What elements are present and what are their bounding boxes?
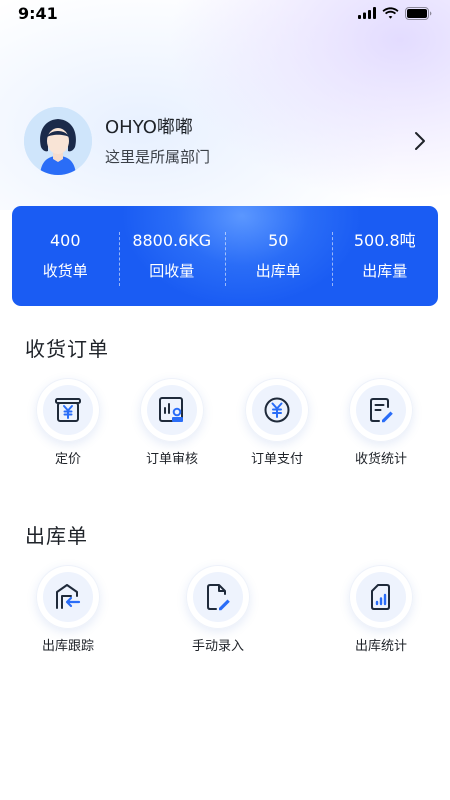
profile-info: OHYO嘟嘟 这里是所属部门: [105, 115, 408, 167]
stat-label: 出库单: [255, 262, 301, 280]
header-background: [0, 0, 450, 210]
order-payment-icon: [264, 397, 290, 423]
profile-department: 这里是所属部门: [105, 148, 211, 166]
stat-value: 50: [268, 231, 289, 250]
section-title-outbound: 出库单: [25, 524, 88, 548]
section-title-receiving: 收货订单: [25, 337, 109, 361]
stat-value: 8800.6KG: [132, 231, 212, 250]
avatar-icon: [24, 107, 92, 175]
stat-outbound-amount[interactable]: 500.8吨 出库量: [331, 230, 439, 286]
grid-label: 收货统计: [354, 452, 407, 467]
profile-card[interactable]: OHYO嘟嘟 这里是所属部门: [24, 106, 434, 176]
stats-card: 400 收货单 8800.6KG 回收量 50 出库单 500.8吨 出库量: [12, 206, 438, 306]
profile-name: OHYO嘟嘟: [105, 117, 193, 138]
grid-label: 出库统计: [354, 639, 407, 654]
grid-item-order-review[interactable]: 订单审核: [122, 378, 222, 469]
stat-value: 500.8吨: [353, 231, 416, 250]
stat-value: 400: [49, 231, 81, 250]
grid-item-order-payment[interactable]: 订单支付: [227, 378, 327, 469]
avatar: [24, 107, 92, 175]
outbound-tracking-icon: [56, 584, 81, 609]
grid-label: 出库跟踪: [41, 639, 94, 654]
icon-button: [186, 565, 250, 629]
pricing-icon: [55, 398, 81, 422]
grid-item-pricing[interactable]: 定价: [18, 378, 118, 469]
status-bar: 9:41: [0, 0, 450, 26]
stat-recycled-amount[interactable]: 8800.6KG 回收量: [118, 230, 226, 286]
status-icons: [358, 6, 432, 20]
icon-button: [349, 565, 413, 629]
grid-item-manual-entry[interactable]: 手动录入: [168, 565, 268, 656]
wifi-icon: [382, 7, 399, 19]
grid-label: 手动录入: [191, 639, 244, 654]
grid-item-receiving-statistics[interactable]: 收货统计: [331, 378, 431, 469]
icon-button: [349, 378, 413, 442]
chevron-right-icon[interactable]: [408, 129, 432, 153]
stat-label: 回收量: [149, 262, 195, 280]
order-review-icon: [159, 397, 183, 422]
battery-icon: [405, 6, 432, 20]
icon-button: [245, 378, 309, 442]
status-time: 9:41: [18, 3, 58, 23]
stat-label: 出库量: [362, 262, 408, 280]
stat-received-orders[interactable]: 400 收货单: [12, 230, 119, 282]
stat-outbound-orders[interactable]: 50 出库单: [225, 230, 332, 286]
grid-label: 订单支付: [250, 452, 303, 467]
icon-button: [36, 378, 100, 442]
grid-item-outbound-statistics[interactable]: 出库统计: [331, 565, 431, 656]
icon-button: [36, 565, 100, 629]
outbound-statistics-icon: [371, 584, 390, 610]
receiving-statistics-icon: [370, 398, 393, 423]
manual-entry-icon: [207, 584, 230, 611]
stat-label: 收货单: [42, 262, 88, 280]
icon-button: [140, 378, 204, 442]
signal-icon: [358, 7, 376, 19]
grid-label: 定价: [54, 452, 81, 467]
grid-item-outbound-tracking[interactable]: 出库跟踪: [18, 565, 118, 656]
grid-label: 订单审核: [145, 452, 198, 467]
